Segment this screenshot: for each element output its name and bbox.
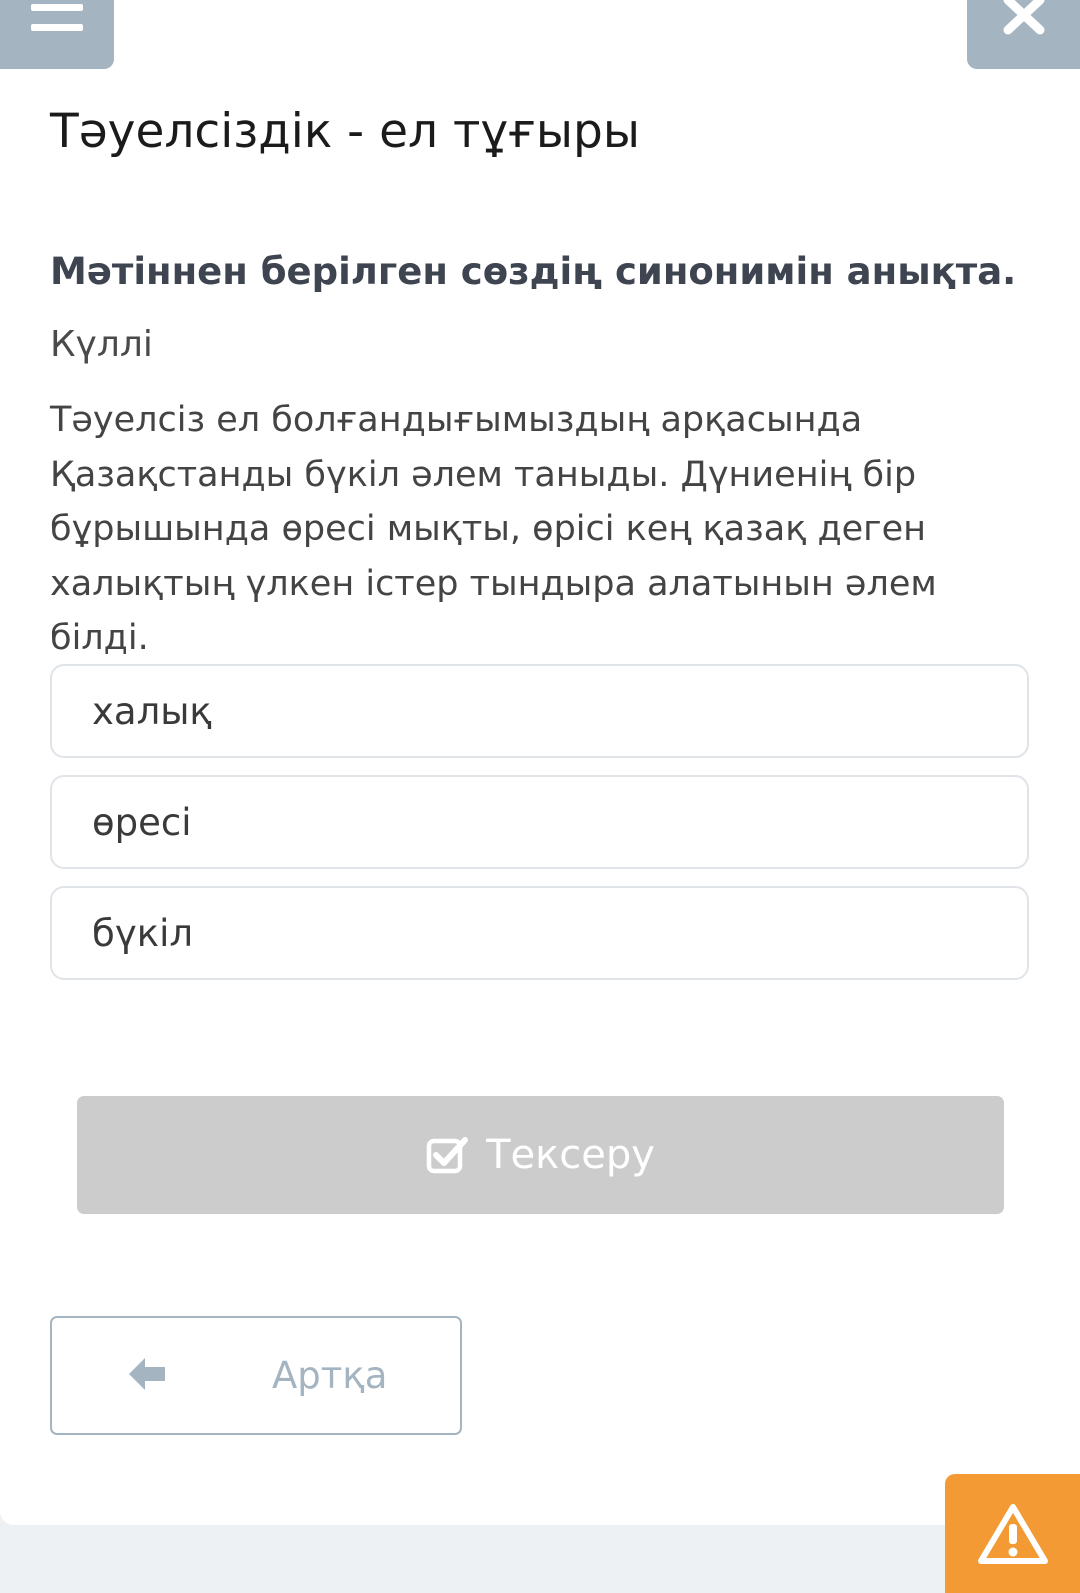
target-word: Күллі [50,324,153,365]
reading-passage: Тәуелсіз ел болғандығымыздың арқасында Қ… [50,400,937,658]
close-x-icon [1003,0,1044,35]
main-card: Тәуелсіздік - ел тұғыры Мәтіннен берілге… [0,0,1080,1525]
back-button[interactable]: Артқа [50,1316,462,1435]
check-answer-button[interactable]: Тексеру [77,1096,1004,1214]
warning-triangle-icon [977,1503,1048,1564]
answer-option-1[interactable]: халық [50,664,1029,758]
close-button[interactable] [967,0,1080,69]
question-prompt: Мәтіннен берілген сөздің синонимін анықт… [50,250,1017,293]
hamburger-menu-icon [31,4,83,31]
answer-option-2[interactable]: өресі [50,775,1029,869]
page-title: Тәуелсіздік - ел тұғыры [50,104,640,159]
answer-option-label: халық [92,689,212,733]
back-button-label: Артқа [272,1354,388,1397]
checkbox-check-icon [426,1136,469,1174]
arrow-left-icon [127,1356,167,1396]
answer-option-label: өресі [92,800,192,844]
answer-option-label: бүкіл [92,911,193,955]
report-problem-button[interactable] [945,1474,1080,1593]
answer-option-3[interactable]: бүкіл [50,886,1029,980]
check-answer-label: Тексеру [486,1132,655,1178]
menu-button[interactable] [0,0,114,69]
